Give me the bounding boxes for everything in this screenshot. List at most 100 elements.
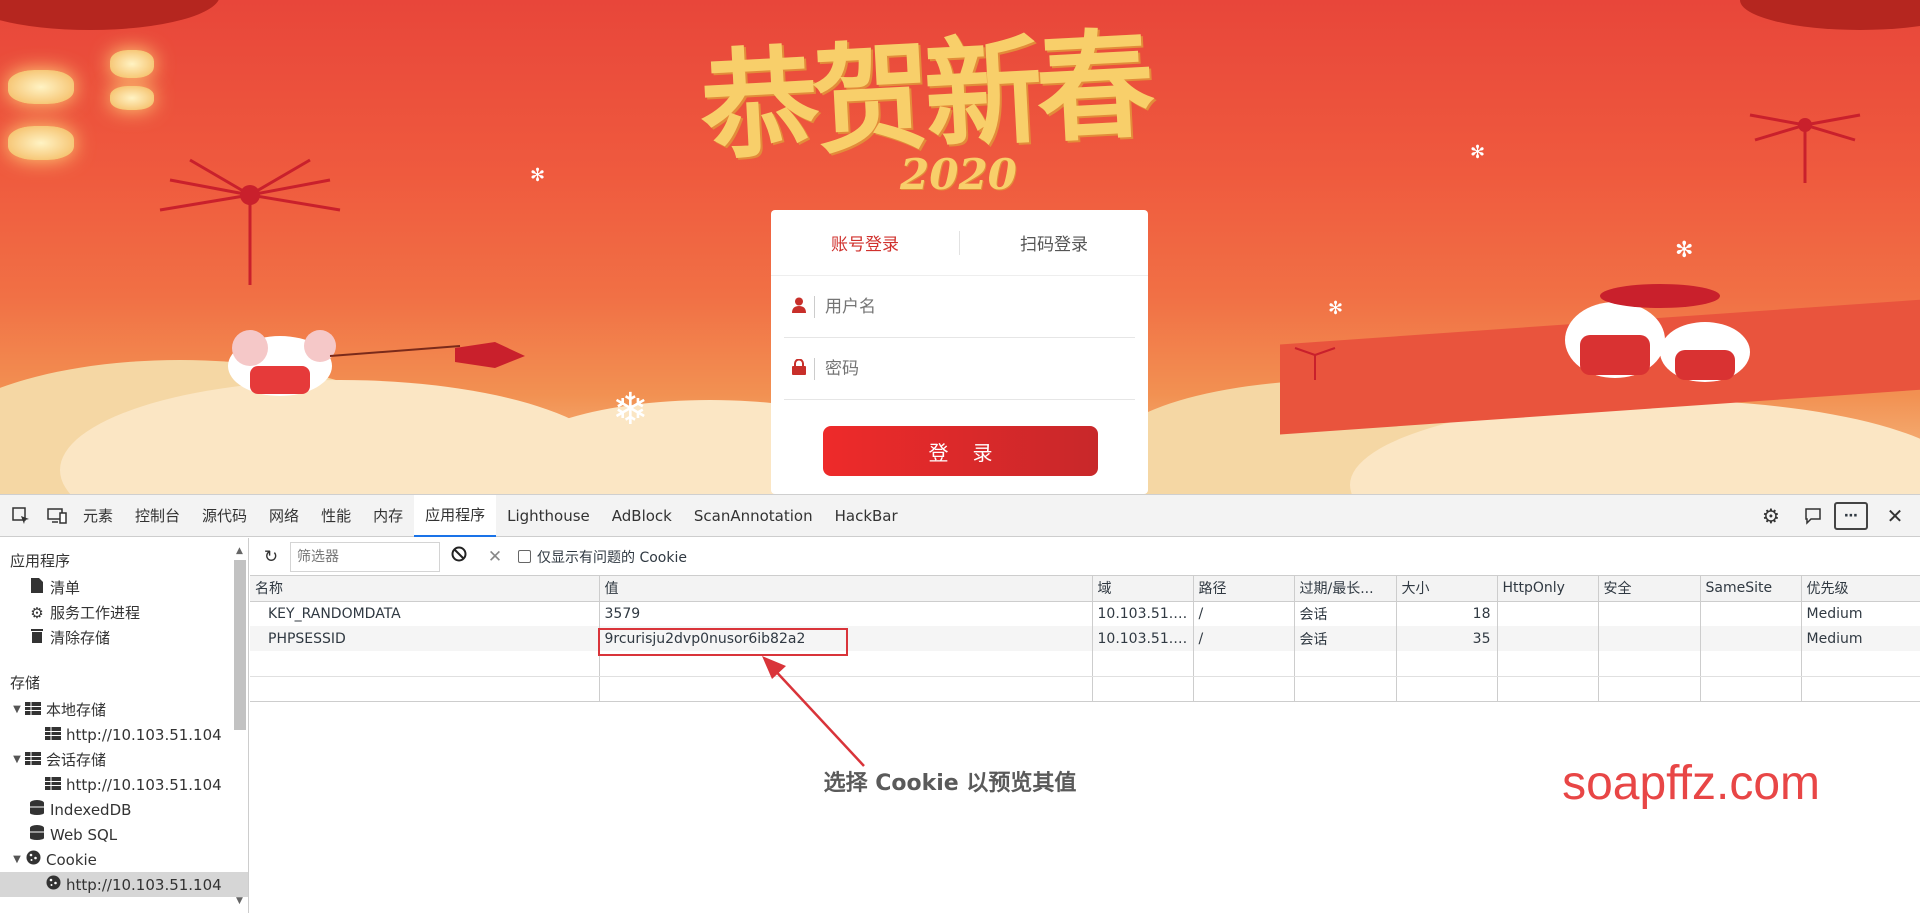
tab-network[interactable]: 网络 <box>258 495 310 537</box>
checkbox-box[interactable] <box>518 550 531 563</box>
document-icon <box>28 578 46 597</box>
table-icon <box>24 751 42 769</box>
devtools-tabbar: 元素 控制台 源代码 网络 性能 内存 应用程序 Lighthouse AdBl… <box>0 494 1920 537</box>
column-header-value[interactable]: 值 <box>599 576 1093 602</box>
feedback-icon[interactable] <box>1798 501 1828 531</box>
column-header-domain[interactable]: 域 <box>1092 576 1194 602</box>
sidebar-item-cookie-origin[interactable]: http://10.103.51.104 <box>0 872 248 897</box>
scroll-up-icon[interactable]: ▲ <box>236 546 243 556</box>
sidebar-item-label: http://10.103.51.104 <box>66 775 222 794</box>
tab-application[interactable]: 应用程序 <box>414 494 497 537</box>
column-header-path[interactable]: 路径 <box>1193 576 1295 602</box>
column-header-expires[interactable]: 过期/最长... <box>1294 576 1397 602</box>
filter-input[interactable] <box>290 541 440 572</box>
login-card: 账号登录 扫码登录 登录 <box>771 210 1148 494</box>
cell-value: 3579 <box>599 601 1093 626</box>
tab-elements[interactable]: 元素 <box>72 495 124 537</box>
column-header-secure[interactable]: 安全 <box>1598 576 1701 602</box>
cell-samesite <box>1700 601 1802 626</box>
table-row[interactable]: KEY_RANDOMDATA 3579 10.103.51.1... / 会话 … <box>250 601 1920 626</box>
column-header-size[interactable]: 大小 <box>1396 576 1498 602</box>
expand-triangle-icon[interactable]: ▼ <box>10 754 24 765</box>
lantern-icon <box>8 126 74 160</box>
tab-hackbar[interactable]: HackBar <box>824 495 909 537</box>
sidebar-item-session-storage-origin[interactable]: http://10.103.51.104 <box>0 772 248 797</box>
user-icon <box>784 297 814 317</box>
table-icon <box>44 776 62 794</box>
login-button[interactable]: 登录 <box>823 426 1098 476</box>
tab-scanannotation[interactable]: ScanAnnotation <box>683 495 824 537</box>
refresh-icon[interactable]: ↻ <box>258 547 284 567</box>
sidebar-item-websql[interactable]: Web SQL <box>0 822 248 847</box>
snowflake-icon: ✻ <box>1675 238 1694 263</box>
sidebar-item-cookie[interactable]: ▼ Cookie <box>0 847 248 872</box>
snowflake-icon: ✻ <box>530 165 546 186</box>
sidebar-item-indexeddb[interactable]: IndexedDB <box>0 797 248 822</box>
sidebar-item-session-storage[interactable]: ▼ 会话存储 <box>0 747 248 772</box>
password-input[interactable] <box>825 358 1105 379</box>
column-header-samesite[interactable]: SameSite <box>1700 576 1802 602</box>
login-tabs: 账号登录 扫码登录 <box>771 210 1148 276</box>
sidebar-item-local-storage[interactable]: ▼ 本地存储 <box>0 697 248 722</box>
cell-priority: Medium <box>1801 626 1920 651</box>
close-icon[interactable]: ✕ <box>1880 501 1910 531</box>
field-divider <box>814 357 815 380</box>
table-row[interactable]: PHPSESSID 9rcurisju2dvp0nusor6ib82a2 10.… <box>250 626 1920 651</box>
devtools-body: 应用程序 清单 ⚙ 服务工作进程 清除存储 存储 ▼ 本地存储 http://1… <box>0 538 1920 913</box>
tab-account-login[interactable]: 账号登录 <box>771 230 959 255</box>
tab-adblock[interactable]: AdBlock <box>601 495 683 537</box>
scroll-down-icon[interactable]: ▼ <box>236 896 243 906</box>
more-options-icon[interactable]: ⋯ <box>1834 501 1868 530</box>
firework-icon <box>159 158 341 285</box>
tab-memory[interactable]: 内存 <box>362 495 414 537</box>
inspect-element-icon[interactable] <box>6 501 36 531</box>
cell-size: 35 <box>1396 626 1498 651</box>
cell-priority: Medium <box>1801 601 1920 626</box>
sidebar-item-local-storage-origin[interactable]: http://10.103.51.104 <box>0 722 248 747</box>
tab-performance[interactable]: 性能 <box>310 495 362 537</box>
application-sidebar: 应用程序 清单 ⚙ 服务工作进程 清除存储 存储 ▼ 本地存储 http://1… <box>0 538 249 913</box>
delete-selected-icon[interactable]: ✕ <box>482 547 508 567</box>
tab-sources[interactable]: 源代码 <box>191 495 258 537</box>
lock-icon <box>784 358 814 379</box>
sidebar-section-application: 应用程序 <box>10 552 71 570</box>
snowflake-icon: ✻ <box>1328 298 1344 319</box>
mouse-illustration <box>228 330 525 396</box>
device-toolbar-icon[interactable] <box>42 501 72 531</box>
login-page-background: ✻ ✻ ✻ ✻ ❄ 恭贺新春 2020 账号登录 扫码登录 用户名 登录 <box>0 0 1920 494</box>
scrollbar-thumb[interactable] <box>234 560 246 730</box>
sidebar-item-clear-storage[interactable]: 清除存储 <box>0 625 248 650</box>
cell-samesite <box>1700 626 1802 651</box>
preview-empty-message: 选择 Cookie 以预览其值 <box>823 771 1077 796</box>
username-input[interactable] <box>825 296 1105 317</box>
hero-year: 2020 <box>900 150 1017 199</box>
sidebar-item-label: IndexedDB <box>50 800 132 819</box>
clear-all-icon[interactable] <box>446 546 472 567</box>
table-header-row: 名称 值 域 路径 过期/最长... 大小 HttpOnly 安全 SameSi… <box>250 576 1920 602</box>
sidebar-scrollbar[interactable]: ▲ ▼ <box>234 546 246 906</box>
sidebar-item-label: http://10.103.51.104 <box>66 875 222 894</box>
gear-icon[interactable]: ⚙ <box>1756 501 1786 531</box>
cell-secure <box>1598 626 1701 651</box>
cell-name: KEY_RANDOMDATA <box>250 601 600 626</box>
column-header-priority[interactable]: 优先级 <box>1801 576 1920 602</box>
sidebar-item-service-workers[interactable]: ⚙ 服务工作进程 <box>0 600 248 625</box>
tab-lighthouse[interactable]: Lighthouse <box>496 495 601 537</box>
expand-triangle-icon[interactable]: ▼ <box>10 854 24 865</box>
sidebar-section-storage: 存储 <box>10 674 41 692</box>
field-divider <box>814 295 815 318</box>
cell-domain: 10.103.51.1... <box>1092 626 1194 651</box>
cell-expires: 会话 <box>1294 626 1397 651</box>
cell-size: 18 <box>1396 601 1498 626</box>
firework-icon <box>1294 347 1336 380</box>
only-issues-checkbox[interactable]: 仅显示有问题的 Cookie <box>518 547 687 567</box>
column-header-httponly[interactable]: HttpOnly <box>1497 576 1599 602</box>
lantern-top-decoration <box>1740 0 1920 30</box>
column-header-name[interactable]: 名称 <box>250 576 600 602</box>
tab-console[interactable]: 控制台 <box>124 495 191 537</box>
tab-qr-login[interactable]: 扫码登录 <box>960 230 1148 255</box>
database-icon <box>28 825 46 844</box>
cell-secure <box>1598 601 1701 626</box>
expand-triangle-icon[interactable]: ▼ <box>10 704 24 715</box>
sidebar-item-manifest[interactable]: 清单 <box>0 575 248 600</box>
